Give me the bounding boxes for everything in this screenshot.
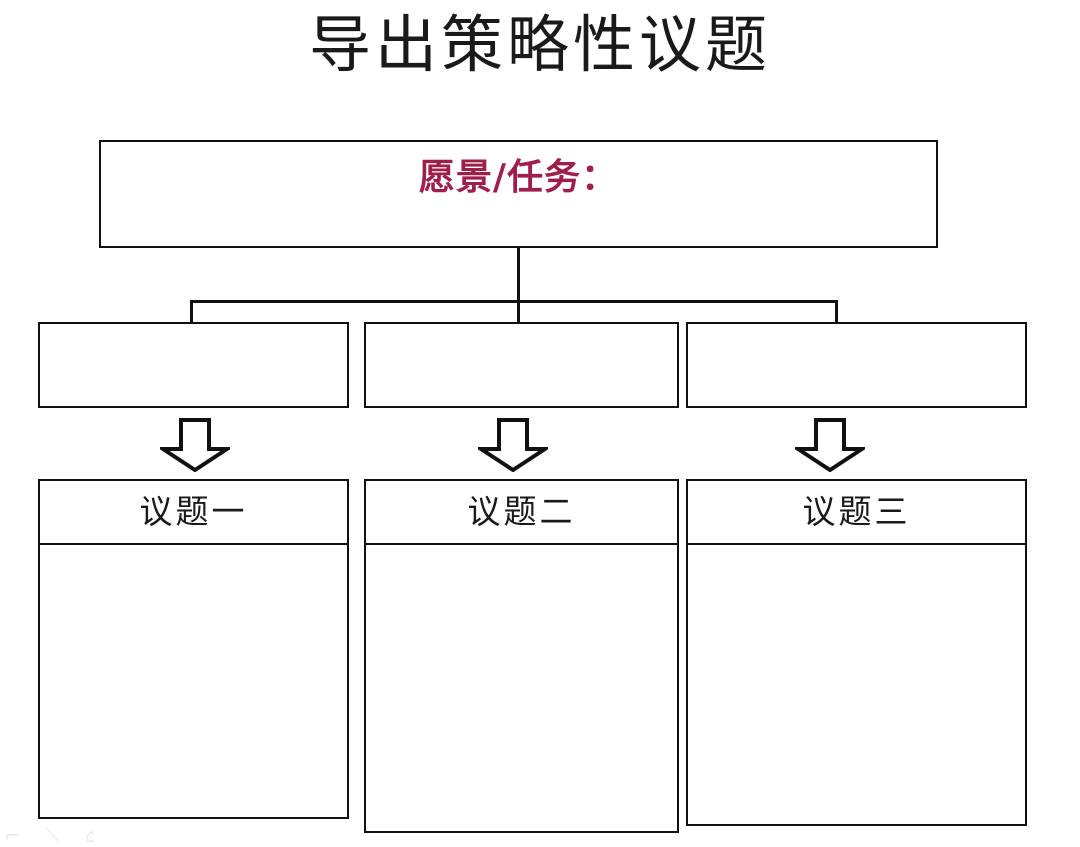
- topic-box-1[interactable]: 议题一: [38, 479, 349, 819]
- strategy-box-1[interactable]: [38, 322, 349, 408]
- topic-title-3: 议题三: [802, 492, 911, 531]
- down-arrow-icon-3: [795, 418, 865, 472]
- topic-header-2: 议题二: [366, 481, 677, 545]
- strategy-box-3[interactable]: [686, 322, 1027, 408]
- vision-mission-box[interactable]: 愿景/任务：: [99, 140, 938, 248]
- connector-vertical-left: [190, 300, 193, 324]
- down-arrow-icon-2: [478, 418, 548, 472]
- topic-box-2[interactable]: 议题二: [364, 479, 679, 833]
- connector-horizontal-bus: [190, 300, 838, 303]
- topic-header-1: 议题一: [40, 481, 347, 545]
- vision-mission-label: 愿景/任务：: [418, 157, 619, 198]
- down-arrow-icon-1: [160, 418, 230, 472]
- topic-body-2[interactable]: [366, 545, 677, 831]
- strategy-box-2[interactable]: [364, 322, 679, 408]
- connector-vertical-main: [517, 248, 520, 302]
- page-title: 导出策略性议题: [308, 8, 771, 81]
- topic-title-1: 议题一: [139, 492, 248, 531]
- corner-watermark-artifact: ⌐ ⟍ ⌂: [4, 826, 94, 847]
- slide-canvas: 导出策略性议题 愿景/任务： 议题一 议题二 议题三 ⌐ ⟍: [0, 0, 1080, 847]
- topic-body-3[interactable]: [688, 545, 1025, 824]
- connector-vertical-right: [835, 300, 838, 324]
- topic-body-1[interactable]: [40, 545, 347, 817]
- topic-box-3[interactable]: 议题三: [686, 479, 1027, 826]
- topic-title-2: 议题二: [467, 492, 576, 531]
- connector-vertical-middle: [517, 300, 520, 324]
- topic-header-3: 议题三: [688, 481, 1025, 545]
